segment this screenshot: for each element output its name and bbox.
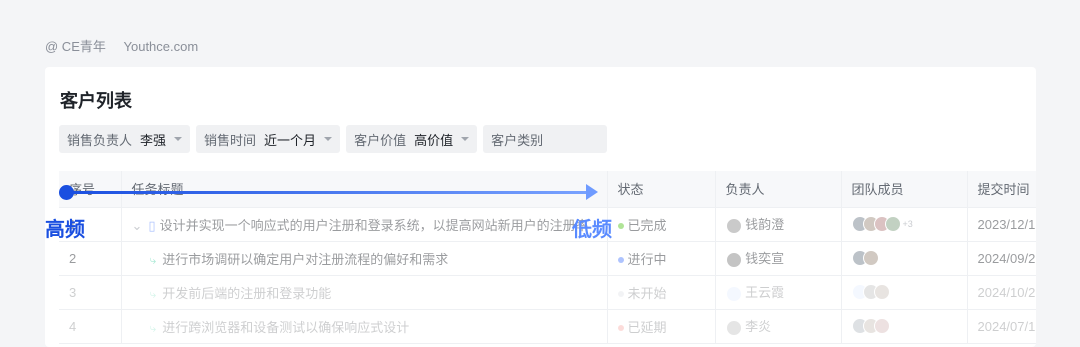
task-title: 设计并实现一个响应式的用户注册和登录系统，以提高网站新用户的注册率 [159, 217, 589, 233]
watermark: @ CE青年 Youthce.com [45, 36, 212, 55]
caret-down-icon [461, 137, 470, 141]
col-header-title[interactable]: 任务标题 [120, 171, 607, 208]
row-index: 4 [59, 309, 121, 344]
subtask-icon: ⤷ [149, 252, 157, 267]
col-header-submit-time[interactable]: 提交时间 [966, 171, 1036, 208]
filter-value: 高价值 [414, 132, 454, 148]
filter-label: 客户类别 [491, 132, 544, 148]
watermark-brand: @ CE青年 [45, 39, 106, 54]
row-index: 2 [59, 241, 121, 276]
status-dot-icon [617, 291, 624, 298]
arrow-head-icon [586, 184, 598, 200]
filter-value: 近一个月 [264, 132, 317, 148]
caret-down-icon [174, 137, 183, 141]
col-header-status[interactable]: 状态 [606, 171, 715, 208]
filter-label: 销售负责人 [67, 132, 133, 148]
avatar [725, 319, 742, 336]
owner-name: 钱韵澄 [745, 217, 785, 233]
table-row[interactable]: 2 ⤷ 进行市场调研以确定用户对注册流程的偏好和需求 进行中 钱奕宣 2024/0… [59, 241, 1036, 276]
page-title: 客户列表 [60, 91, 132, 111]
avatar [725, 251, 742, 268]
label-low-frequency: 低频 [572, 219, 612, 241]
owner-name: 李炎 [745, 319, 772, 335]
arrow-start-dot-icon [59, 185, 74, 200]
status-dot-icon [617, 223, 624, 230]
bookmark-icon: ▯ [148, 217, 156, 233]
task-table: 序号 任务标题 状态 负责人 团队成员 提交时间 1 ⌄ ▯ 设计并实现一个响应式的… [59, 171, 1036, 344]
row-index: 3 [59, 275, 121, 310]
col-header-members[interactable]: 团队成员 [840, 171, 967, 208]
watermark-site: Youthce.com [123, 39, 199, 54]
task-title: 进行市场调研以确定用户对注册流程的偏好和需求 [162, 251, 449, 267]
members-more-badge: +3 [902, 219, 913, 230]
owner-name: 钱奕宣 [745, 251, 785, 267]
submit-time: 2024/09/2 [966, 241, 1036, 276]
table-row[interactable]: 4 ⤷ 进行跨浏览器和设备测试以确保响应式设计 已延期 李炎 2024/07/1 [59, 309, 1036, 344]
filter-customer-value[interactable]: 客户价值 高价值 [346, 125, 478, 153]
status-dot-icon [617, 325, 624, 332]
task-title: 进行跨浏览器和设备测试以确保响应式设计 [162, 319, 410, 335]
submit-time: 2024/07/1 [966, 309, 1036, 344]
owner-name: 王云霞 [745, 285, 785, 301]
subtask-icon: ⤷ [149, 320, 157, 335]
customer-list-card: 客户列表 销售负责人 李强 销售时间 近一个月 客户价值 高价值 客户类别 序号… [45, 67, 1036, 347]
table-row[interactable]: 1 ⌄ ▯ 设计并实现一个响应式的用户注册和登录系统，以提高网站新用户的注册率 已完… [59, 207, 1036, 242]
filter-customer-category[interactable]: 客户类别 [483, 125, 608, 153]
avatar [725, 285, 742, 302]
status-badge: 已完成 [627, 217, 667, 233]
table-header-row: 序号 任务标题 状态 负责人 团队成员 提交时间 [59, 171, 1036, 208]
task-title: 开发前后端的注册和登录功能 [162, 285, 332, 301]
avatar [873, 318, 890, 335]
avatar [884, 216, 901, 233]
subtask-icon: ⤷ [149, 286, 157, 301]
filter-label: 客户价值 [354, 132, 407, 148]
avatar [873, 284, 890, 301]
col-header-owner[interactable]: 负责人 [714, 171, 841, 208]
filter-label: 销售时间 [204, 132, 257, 148]
caret-down-icon [324, 137, 333, 141]
filter-sales-owner[interactable]: 销售负责人 李强 [59, 125, 191, 153]
status-badge: 未开始 [627, 285, 667, 301]
submit-time: 2024/10/2 [966, 275, 1036, 310]
filter-value: 李强 [140, 132, 167, 148]
avatar [862, 250, 879, 267]
status-badge: 进行中 [627, 251, 667, 267]
filter-bar: 销售负责人 李强 销售时间 近一个月 客户价值 高价值 客户类别 [59, 125, 608, 153]
chevron-down-icon[interactable]: ⌄ [132, 218, 143, 233]
frequency-arrow-line [66, 191, 594, 194]
label-high-frequency: 高频 [45, 219, 85, 241]
filter-sales-time[interactable]: 销售时间 近一个月 [196, 125, 341, 153]
submit-time: 2023/12/1 [966, 207, 1036, 242]
status-dot-icon [617, 257, 624, 264]
status-badge: 已延期 [627, 319, 667, 335]
table-row[interactable]: 3 ⤷ 开发前后端的注册和登录功能 未开始 王云霞 2024/10/2 [59, 275, 1036, 310]
avatar [725, 217, 742, 234]
